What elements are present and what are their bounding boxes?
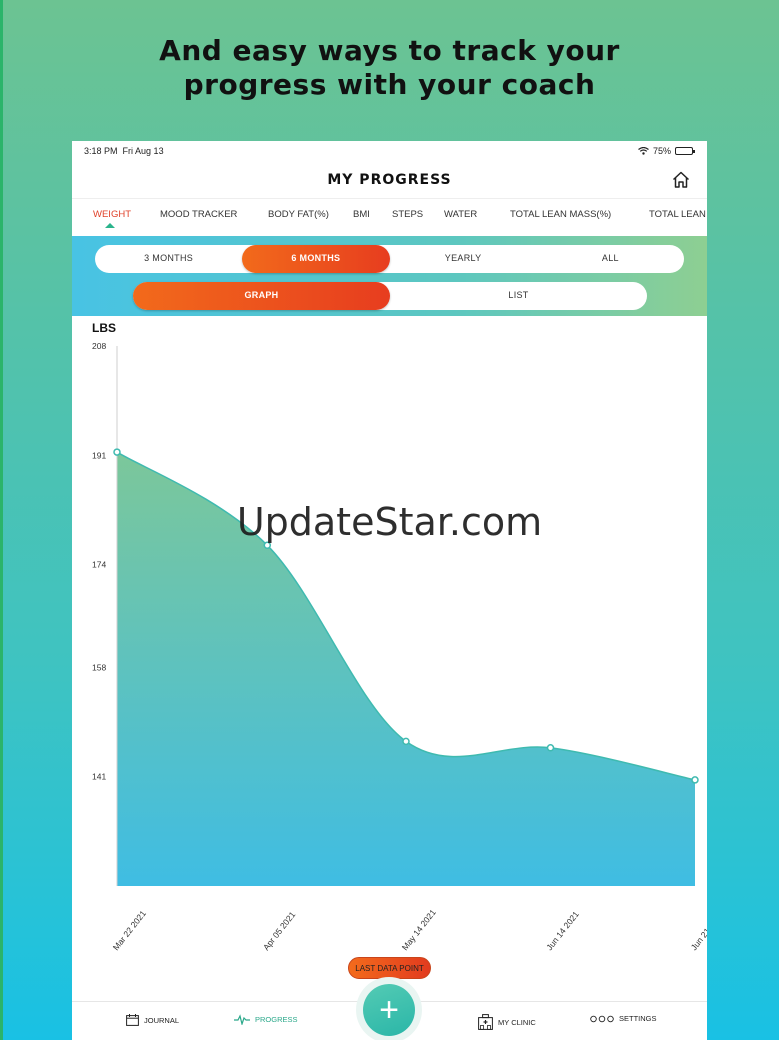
y-axis-unit-label: LBS: [92, 321, 116, 335]
tab-total-lean[interactable]: TOTAL LEAN: [649, 209, 706, 220]
data-point: [402, 737, 410, 746]
status-bar: 3:18 PM Fri Aug 13 75%: [72, 141, 707, 163]
add-icon: +: [363, 984, 415, 1036]
pulse-icon: [234, 1014, 250, 1025]
nav-settings-label: SETTINGS: [619, 1014, 657, 1023]
clinic-icon: [478, 1014, 493, 1030]
page-title: MY PROGRESS: [327, 172, 452, 188]
filter-band: 3 MONTHS 6 MONTHS YEARLY ALL GRAPH LIST: [72, 236, 707, 316]
view-graph[interactable]: GRAPH: [133, 282, 390, 310]
wifi-icon: [638, 147, 649, 155]
nav-journal-label: JOURNAL: [144, 1015, 180, 1025]
tab-mood-tracker[interactable]: MOOD TRACKER: [160, 209, 237, 220]
more-dots-icon: [590, 1015, 614, 1022]
y-tick-label: 191: [92, 450, 106, 460]
nav-progress-label: PROGRESS: [255, 1015, 298, 1024]
x-tick-label: Jun 21 2021: [689, 909, 707, 952]
view-selector: GRAPH LIST: [133, 282, 647, 310]
data-point: [546, 744, 555, 752]
range-all[interactable]: ALL: [537, 245, 684, 273]
tab-steps[interactable]: STEPS: [392, 209, 423, 220]
last-data-point-button[interactable]: LAST DATA POINT: [348, 957, 431, 979]
tab-water[interactable]: WATER: [444, 209, 477, 220]
battery-icon: [675, 147, 695, 155]
calendar-icon: [126, 1014, 139, 1026]
promo-headline: And easy ways to track your progress wit…: [0, 34, 779, 102]
battery-percent: 75%: [652, 146, 671, 156]
range-3-months[interactable]: 3 MONTHS: [95, 245, 242, 273]
y-tick-label: 174: [92, 560, 106, 570]
nav-journal[interactable]: JOURNAL: [126, 1014, 179, 1026]
nav-my-clinic[interactable]: MY CLINIC: [478, 1014, 536, 1030]
y-tick-label: 141: [92, 772, 106, 782]
nav-progress[interactable]: PROGRESS: [234, 1014, 298, 1025]
y-tick-label: 158: [92, 662, 106, 672]
headline-line-2: progress with your coach: [183, 68, 596, 101]
data-point: [691, 776, 699, 784]
range-6-months[interactable]: 6 MONTHS: [242, 245, 390, 273]
device-screen: 3:18 PM Fri Aug 13 75% MY PROGRESS WEIGH…: [72, 141, 707, 1040]
weight-area-chart: 208 191 174 158 141 Mar 22 2021 Apr 05 2021 May…: [92, 341, 707, 952]
status-right: 75%: [638, 146, 695, 156]
range-yearly[interactable]: YEARLY: [390, 245, 537, 273]
range-selector: 3 MONTHS 6 MONTHS YEARLY ALL: [95, 245, 684, 273]
status-date: Fri Aug 13: [122, 146, 164, 156]
watermark: UpdateStar.com: [236, 500, 543, 544]
metric-tabs: WEIGHT MOOD TRACKER BODY FAT(%) BMI STEP…: [72, 199, 707, 236]
add-entry-button[interactable]: +: [356, 977, 422, 1040]
nav-settings[interactable]: SETTINGS: [590, 1014, 657, 1023]
status-clock: 3:18 PM: [84, 146, 118, 156]
status-time: 3:18 PM Fri Aug 13: [84, 146, 164, 156]
x-tick-label: Jun 14 2021: [544, 909, 581, 952]
x-tick-label: Apr 05 2021: [261, 909, 298, 952]
home-icon[interactable]: [671, 170, 691, 190]
weight-chart: LBS 208 191 174 158 141 Mar 22 2021 Apr 05 202…: [72, 316, 707, 996]
view-list[interactable]: LIST: [390, 282, 647, 310]
headline-line-1: And easy ways to track your: [159, 34, 620, 67]
tab-bmi[interactable]: BMI: [353, 209, 370, 220]
x-tick-label: Mar 22 2021: [111, 908, 148, 952]
y-tick-label: 208: [92, 341, 106, 351]
nav-bar: MY PROGRESS: [72, 163, 707, 199]
x-tick-label: May 14 2021: [400, 907, 438, 952]
active-tab-caret-icon: [105, 223, 115, 228]
tab-body-fat[interactable]: BODY FAT(%): [268, 209, 329, 220]
nav-my-clinic-label: MY CLINIC: [498, 1017, 536, 1027]
data-point: [113, 448, 121, 456]
tab-weight[interactable]: WEIGHT: [93, 209, 131, 220]
tab-total-lean-mass[interactable]: TOTAL LEAN MASS(%): [510, 209, 611, 220]
